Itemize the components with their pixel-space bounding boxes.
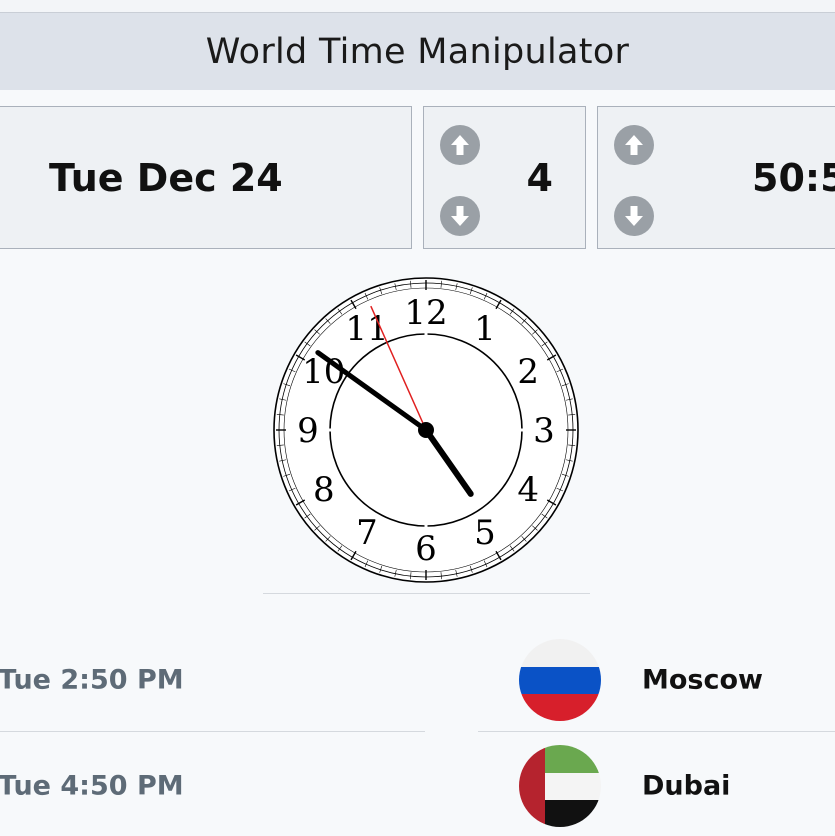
row-divider-right (478, 731, 835, 732)
uae-flag-icon (519, 745, 601, 827)
minute-up-button[interactable] (614, 125, 654, 165)
clock-numeral: 9 (297, 411, 319, 451)
clock-divider (263, 593, 590, 594)
date-value: Tue Dec 24 (49, 155, 283, 200)
clock-center-pin (418, 422, 434, 438)
arrow-down-icon (625, 206, 643, 226)
clock-numeral: 3 (533, 411, 555, 451)
city-row-dubai: Tue 4:50 PM Dubai (0, 736, 835, 836)
clock-numeral: 7 (356, 513, 378, 553)
city-row-moscow: Tue 2:50 PM Moscow (0, 630, 835, 730)
clock-numeral: 8 (313, 470, 335, 510)
hour-down-button[interactable] (440, 196, 480, 236)
hour-up-button[interactable] (440, 125, 480, 165)
date-panel: Tue Dec 24 (0, 106, 412, 249)
clock-numeral: 5 (474, 513, 496, 553)
app-title: World Time Manipulator (205, 31, 630, 72)
city-name: Moscow (642, 664, 763, 696)
clock-numeral: 11 (345, 309, 388, 349)
city-time: Tue 4:50 PM (0, 770, 184, 802)
city-name: Dubai (642, 770, 731, 802)
hour-value: 4 (526, 155, 553, 200)
clock-numeral: 6 (415, 529, 437, 569)
arrow-up-icon (451, 135, 469, 155)
city-time: Tue 2:50 PM (0, 664, 184, 696)
arrow-up-icon (625, 135, 643, 155)
clock-numeral: 1 (474, 309, 496, 349)
row-divider-left (0, 731, 425, 732)
clock-numeral: 2 (517, 352, 539, 392)
minute-down-button[interactable] (614, 196, 654, 236)
clock-numeral: 4 (517, 470, 539, 510)
top-strip (0, 0, 835, 13)
minute-panel: 50:5 (597, 106, 835, 249)
arrow-down-icon (451, 206, 469, 226)
clock-numeral: 12 (404, 293, 447, 333)
russia-flag-icon (519, 639, 601, 721)
analog-clock: 12 1234567891011 (273, 277, 579, 583)
title-bar: World Time Manipulator (0, 13, 835, 90)
minute-value: 50:5 (752, 155, 835, 200)
hour-panel: 4 (423, 106, 586, 249)
